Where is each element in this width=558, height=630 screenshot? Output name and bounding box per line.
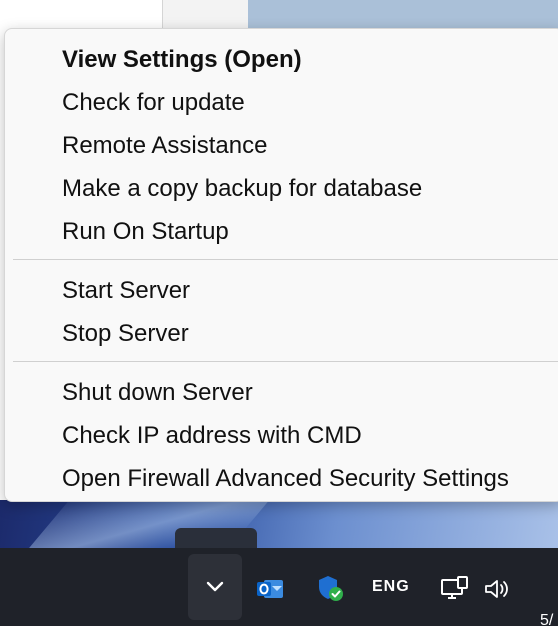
show-hidden-icons-button[interactable] [188,554,242,620]
menu-separator [13,361,558,362]
volume-icon[interactable] [484,578,512,600]
menu-item-check-ip-cmd[interactable]: Check IP address with CMD [62,416,362,456]
network-icon[interactable] [440,576,470,602]
menu-item-run-on-startup[interactable]: Run On Startup [62,212,229,252]
background-taskbar-preview [175,528,257,550]
chevron-down-icon [206,581,224,592]
menu-item-backup-database[interactable]: Make a copy backup for database [62,169,422,209]
desktop-wallpaper [0,500,558,550]
outlook-icon[interactable] [256,578,284,600]
tray-context-menu: View Settings (Open) Check for update Re… [4,28,558,502]
menu-item-stop-server[interactable]: Stop Server [62,314,189,354]
menu-item-open-firewall-settings[interactable]: Open Firewall Advanced Security Settings [62,459,509,499]
menu-item-check-update[interactable]: Check for update [62,83,245,123]
security-shield-icon[interactable] [316,574,344,602]
taskbar: ENG 5/ [0,548,558,629]
input-language-indicator[interactable]: ENG [372,578,410,596]
menu-item-view-settings[interactable]: View Settings (Open) [62,40,302,80]
menu-separator [13,259,558,260]
menu-item-start-server[interactable]: Start Server [62,271,190,311]
menu-item-remote-assistance[interactable]: Remote Assistance [62,126,267,166]
menu-item-shut-down-server[interactable]: Shut down Server [62,373,253,413]
clock-date[interactable]: 5/ [540,612,553,630]
